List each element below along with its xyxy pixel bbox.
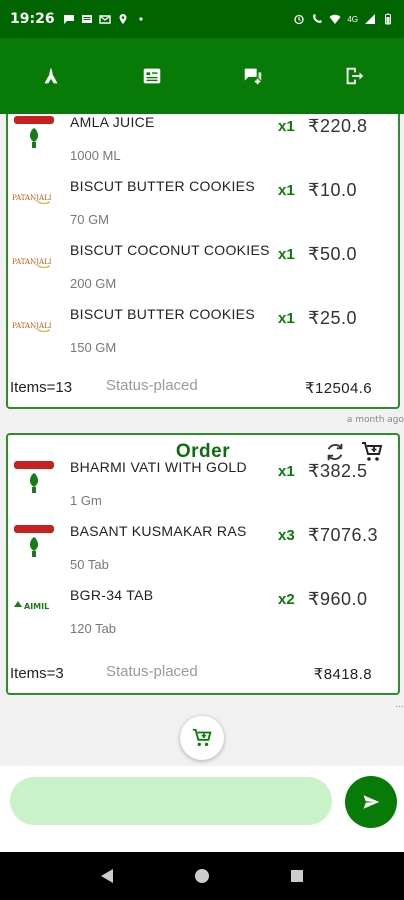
item-name: BASANT KUSMAKAR RAS (70, 523, 247, 539)
item-size: 150 GM (70, 340, 117, 355)
item-qty: x2 (278, 591, 295, 608)
item-size: 120 Tab (70, 621, 117, 636)
send-button[interactable] (345, 776, 397, 828)
item-price: ₹220.8 (308, 116, 368, 136)
home-circle-icon (194, 869, 209, 883)
order-status: Status-placed (106, 663, 198, 680)
items-count: Items=13 (10, 379, 73, 396)
svg-text:PATANJALI: PATANJALI (12, 322, 52, 330)
item-name: AMLA JUICE (70, 114, 155, 130)
order-summary: Items=3 Status-placed ₹8418.8 (8, 655, 398, 693)
location-notification-icon (119, 14, 127, 24)
logout-button[interactable] (329, 51, 379, 101)
item-price: ₹50.0 (308, 244, 357, 264)
item-price: ₹382.5 (308, 461, 368, 481)
item-size: 1 Gm (70, 493, 102, 508)
top-navigation-bar (0, 38, 404, 114)
item-name: BHARMI VATI WITH GOLD (70, 459, 247, 475)
dot-icon (138, 17, 143, 21)
item-qty: x1 (278, 310, 295, 327)
logout-icon (346, 67, 363, 85)
home-system-button[interactable] (192, 866, 212, 886)
vaidya-logo-icon (14, 525, 54, 557)
item-qty: x1 (278, 463, 295, 480)
back-button[interactable] (97, 866, 117, 886)
order-item: AMLA JUICE 1000 ML x1 ₹220.8 (8, 114, 398, 168)
item-name: BGR-34 TAB (70, 587, 154, 603)
item-qty: x3 (278, 527, 295, 544)
wifi-call-icon (313, 14, 323, 23)
wifi-icon (329, 14, 341, 24)
message-input[interactable] (10, 777, 332, 825)
chat-button[interactable] (228, 51, 278, 101)
chat-notification-icon (63, 15, 74, 24)
order-item: PATANJALI BISCUT BUTTER COOKIES 150 GM x… (8, 296, 398, 360)
chat-add-icon (244, 68, 261, 85)
vaidya-logo-icon (14, 461, 54, 493)
order-timestamp: a month ago (346, 415, 404, 425)
aimil-logo-icon: AIMIL (14, 601, 49, 611)
svg-text:PATANJALI: PATANJALI (12, 194, 52, 202)
item-qty: x1 (278, 118, 295, 135)
news-notification-icon (81, 15, 92, 23)
svg-text:AIMIL: AIMIL (24, 602, 49, 611)
send-icon (363, 795, 380, 809)
recents-button[interactable] (287, 866, 307, 886)
order-item: PATANJALI BISCUT BUTTER COOKIES 70 GM x1… (8, 168, 398, 232)
orders-list-button[interactable] (127, 51, 177, 101)
order-timestamp: ... (395, 700, 404, 710)
item-size: 50 Tab (70, 557, 109, 572)
vaidya-logo-icon (14, 116, 54, 148)
item-name: BISCUT COCONUT COOKIES (70, 242, 270, 258)
item-qty: x1 (278, 182, 295, 199)
signal-icon (365, 14, 375, 24)
item-price: ₹960.0 (308, 589, 368, 609)
order-item: AIMIL BGR-34 TAB 120 Tab x2 ₹960.0 (8, 577, 398, 641)
order-item: BASANT KUSMAKAR RAS 50 Tab x3 ₹7076.3 (8, 513, 398, 577)
status-time: 19:26 (10, 11, 55, 27)
order-total: ₹12504.6 (305, 380, 372, 397)
gmail-notification-icon (98, 15, 111, 24)
item-name: BISCUT BUTTER COOKIES (70, 178, 255, 194)
system-navigation-bar (0, 852, 404, 900)
patanjali-logo-icon: PATANJALI (12, 322, 52, 332)
item-size: 70 GM (70, 212, 110, 227)
item-price: ₹10.0 (308, 180, 357, 200)
item-qty: x1 (278, 246, 295, 263)
item-name: BISCUT BUTTER COOKIES (70, 306, 255, 322)
item-price: ₹7076.3 (308, 525, 379, 545)
orders-list[interactable]: AMLA JUICE 1000 ML x1 ₹220.8 PATANJALI B… (0, 114, 404, 766)
item-size: 200 GM (70, 276, 117, 291)
order-item: PATANJALI BISCUT COCONUT COOKIES 200 GM … (8, 232, 398, 296)
svg-text:PATANJALI: PATANJALI (12, 258, 52, 266)
home-button[interactable] (26, 51, 76, 101)
recents-icon (290, 870, 303, 882)
order-status: Status-placed (106, 377, 198, 394)
add-to-cart-icon (192, 728, 212, 747)
alarm-icon (294, 14, 304, 25)
order-summary: Items=13 Status-placed ₹12504.6 (8, 369, 398, 407)
list-icon (143, 68, 160, 84)
status-bar: 19:26 4G (0, 0, 404, 38)
message-bar (0, 766, 404, 852)
order-card[interactable]: AMLA JUICE 1000 ML x1 ₹220.8 PATANJALI B… (6, 114, 400, 409)
battery-icon (385, 13, 391, 25)
order-item: BHARMI VATI WITH GOLD 1 Gm x1 ₹382.5 (8, 449, 398, 513)
order-card[interactable]: Order BHARMI VATI WITH GOLD 1 Gm x1 ₹382… (6, 433, 400, 695)
item-size: 1000 ML (70, 148, 121, 163)
network-type: 4G (347, 14, 358, 24)
namaste-icon (44, 67, 57, 84)
back-icon (101, 869, 114, 883)
item-price: ₹25.0 (308, 308, 357, 328)
cart-button[interactable] (180, 716, 224, 760)
order-total: ₹8418.8 (313, 666, 372, 683)
patanjali-logo-icon: PATANJALI (12, 194, 52, 204)
items-count: Items=3 (10, 665, 64, 682)
patanjali-logo-icon: PATANJALI (12, 258, 52, 268)
